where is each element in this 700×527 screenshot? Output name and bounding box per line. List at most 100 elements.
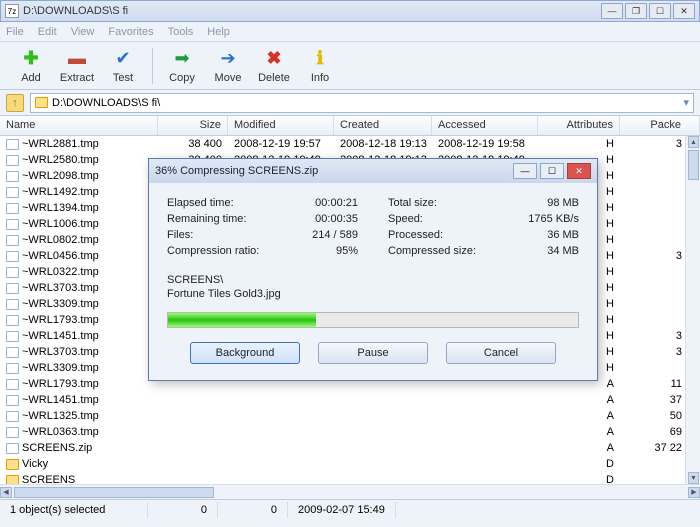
file-icon — [6, 187, 19, 198]
dialog-title-bar[interactable]: 36% Compressing SCREENS.zip — ☐ ✕ — [149, 159, 597, 183]
address-text: D:\DOWNLOADS\S fi\ — [52, 97, 160, 109]
table-row[interactable]: SCREENS.zipA37 22 — [0, 440, 700, 456]
pause-button[interactable]: Pause — [318, 342, 428, 364]
info-button[interactable]: ℹInfo — [297, 48, 343, 84]
close-button[interactable]: ✕ — [673, 3, 695, 19]
cell-modified — [228, 431, 334, 433]
stat-label: Compressed size: — [388, 245, 476, 257]
scroll-right-icon[interactable]: ▶ — [688, 487, 700, 498]
progress-bar — [167, 312, 579, 328]
file-icon — [6, 299, 19, 310]
file-name: ~WRL1325.tmp — [22, 410, 99, 422]
table-row[interactable]: ~WRL2881.tmp38 4002008-12-19 19:572008-1… — [0, 136, 700, 152]
stat-label: Compression ratio: — [167, 245, 259, 257]
file-icon — [6, 315, 19, 326]
table-row[interactable]: ~WRL0363.tmpA69 — [0, 424, 700, 440]
file-icon — [6, 267, 19, 278]
up-folder-icon[interactable]: ↑ — [6, 94, 24, 112]
dropdown-icon[interactable]: ▾ — [683, 96, 689, 109]
table-row[interactable]: VickyD — [0, 456, 700, 472]
cell-accessed: 2008-12-19 19:58 — [432, 137, 538, 151]
list-header: Name Size Modified Created Accessed Attr… — [0, 116, 700, 136]
dialog-close-button[interactable]: ✕ — [567, 163, 591, 179]
cell-modified — [228, 415, 334, 417]
col-name[interactable]: Name — [0, 116, 158, 135]
file-icon — [6, 395, 19, 406]
cell-accessed — [432, 399, 538, 401]
folder-icon — [6, 475, 19, 484]
address-input[interactable]: D:\DOWNLOADS\S fi\ ▾ — [30, 93, 694, 113]
status-selection: 1 object(s) selected — [0, 502, 148, 518]
vertical-scrollbar[interactable]: ▲ ▼ — [685, 136, 700, 484]
col-modified[interactable]: Modified — [228, 116, 334, 135]
scroll-thumb[interactable] — [688, 150, 699, 180]
file-name: ~WRL2580.tmp — [22, 154, 99, 166]
col-accessed[interactable]: Accessed — [432, 116, 538, 135]
stat-value: 98 MB — [547, 197, 579, 209]
file-name: ~WRL3309.tmp — [22, 362, 99, 374]
stat-value: 00:00:21 — [315, 197, 358, 209]
menu-view[interactable]: View — [71, 26, 95, 38]
menu-help[interactable]: Help — [207, 26, 230, 38]
col-size[interactable]: Size — [158, 116, 228, 135]
file-icon — [6, 427, 19, 438]
file-name: SCREENS — [22, 474, 75, 484]
folder-icon — [6, 459, 19, 470]
col-packed[interactable]: Packe — [620, 116, 700, 135]
cancel-button[interactable]: Cancel — [446, 342, 556, 364]
delete-button[interactable]: ✖Delete — [251, 48, 297, 84]
scroll-down-icon[interactable]: ▼ — [688, 472, 699, 484]
menu-file[interactable]: File — [6, 26, 24, 38]
stat-label: Elapsed time: — [167, 197, 234, 209]
maximize-button[interactable]: ☐ — [649, 3, 671, 19]
cell-size — [158, 399, 228, 401]
stat-value: 214 / 589 — [312, 229, 358, 241]
scroll-thumb-h[interactable] — [14, 487, 214, 498]
horizontal-scrollbar[interactable]: ◀ ▶ — [0, 484, 700, 499]
dialog-minimize-button[interactable]: — — [513, 163, 537, 179]
status-size2: 0 — [218, 502, 288, 518]
cell-attr: A — [538, 441, 620, 455]
menu-tools[interactable]: Tools — [168, 26, 194, 38]
file-name: ~WRL1451.tmp — [22, 394, 99, 406]
dialog-maximize-button[interactable]: ☐ — [540, 163, 564, 179]
cell-accessed — [432, 463, 538, 465]
info-icon: ℹ — [309, 48, 331, 70]
file-name: ~WRL2098.tmp — [22, 170, 99, 182]
cell-accessed — [432, 383, 538, 385]
cell-size — [158, 447, 228, 449]
stat-label: Speed: — [388, 213, 423, 225]
file-name: ~WRL1492.tmp — [22, 186, 99, 198]
cell-size — [158, 415, 228, 417]
move-button[interactable]: ➔Move — [205, 48, 251, 84]
menu-edit[interactable]: Edit — [38, 26, 57, 38]
file-icon — [6, 155, 19, 166]
background-button[interactable]: Background — [190, 342, 300, 364]
cell-created — [334, 447, 432, 449]
menu-favorites[interactable]: Favorites — [108, 26, 153, 38]
col-created[interactable]: Created — [334, 116, 432, 135]
test-button[interactable]: ✔Test — [100, 48, 146, 84]
extract-button[interactable]: ▬Extract — [54, 48, 100, 84]
table-row[interactable]: ~WRL1451.tmpA37 — [0, 392, 700, 408]
cell-attr: A — [538, 409, 620, 423]
cell-accessed — [432, 447, 538, 449]
title-bar: 7z D:\DOWNLOADS\S fi — ❐ ☐ ✕ — [0, 0, 700, 22]
minimize-button[interactable]: — — [601, 3, 623, 19]
restore-button[interactable]: ❐ — [625, 3, 647, 19]
table-row[interactable]: ~WRL1325.tmpA50 — [0, 408, 700, 424]
cell-attr: D — [538, 457, 620, 471]
scroll-up-icon[interactable]: ▲ — [688, 136, 699, 148]
col-attributes[interactable]: Attributes — [538, 116, 620, 135]
add-button[interactable]: ✚Add — [8, 48, 54, 84]
table-row[interactable]: SCREENSD — [0, 472, 700, 484]
cell-created — [334, 479, 432, 481]
check-icon: ✔ — [112, 48, 134, 70]
copy-button[interactable]: ➡Copy — [159, 48, 205, 84]
scroll-left-icon[interactable]: ◀ — [0, 487, 12, 498]
copy-icon: ➡ — [171, 48, 193, 70]
cell-size — [158, 479, 228, 481]
cell-created: 2008-12-18 19:13 — [334, 137, 432, 151]
cell-created — [334, 383, 432, 385]
file-icon — [6, 251, 19, 262]
